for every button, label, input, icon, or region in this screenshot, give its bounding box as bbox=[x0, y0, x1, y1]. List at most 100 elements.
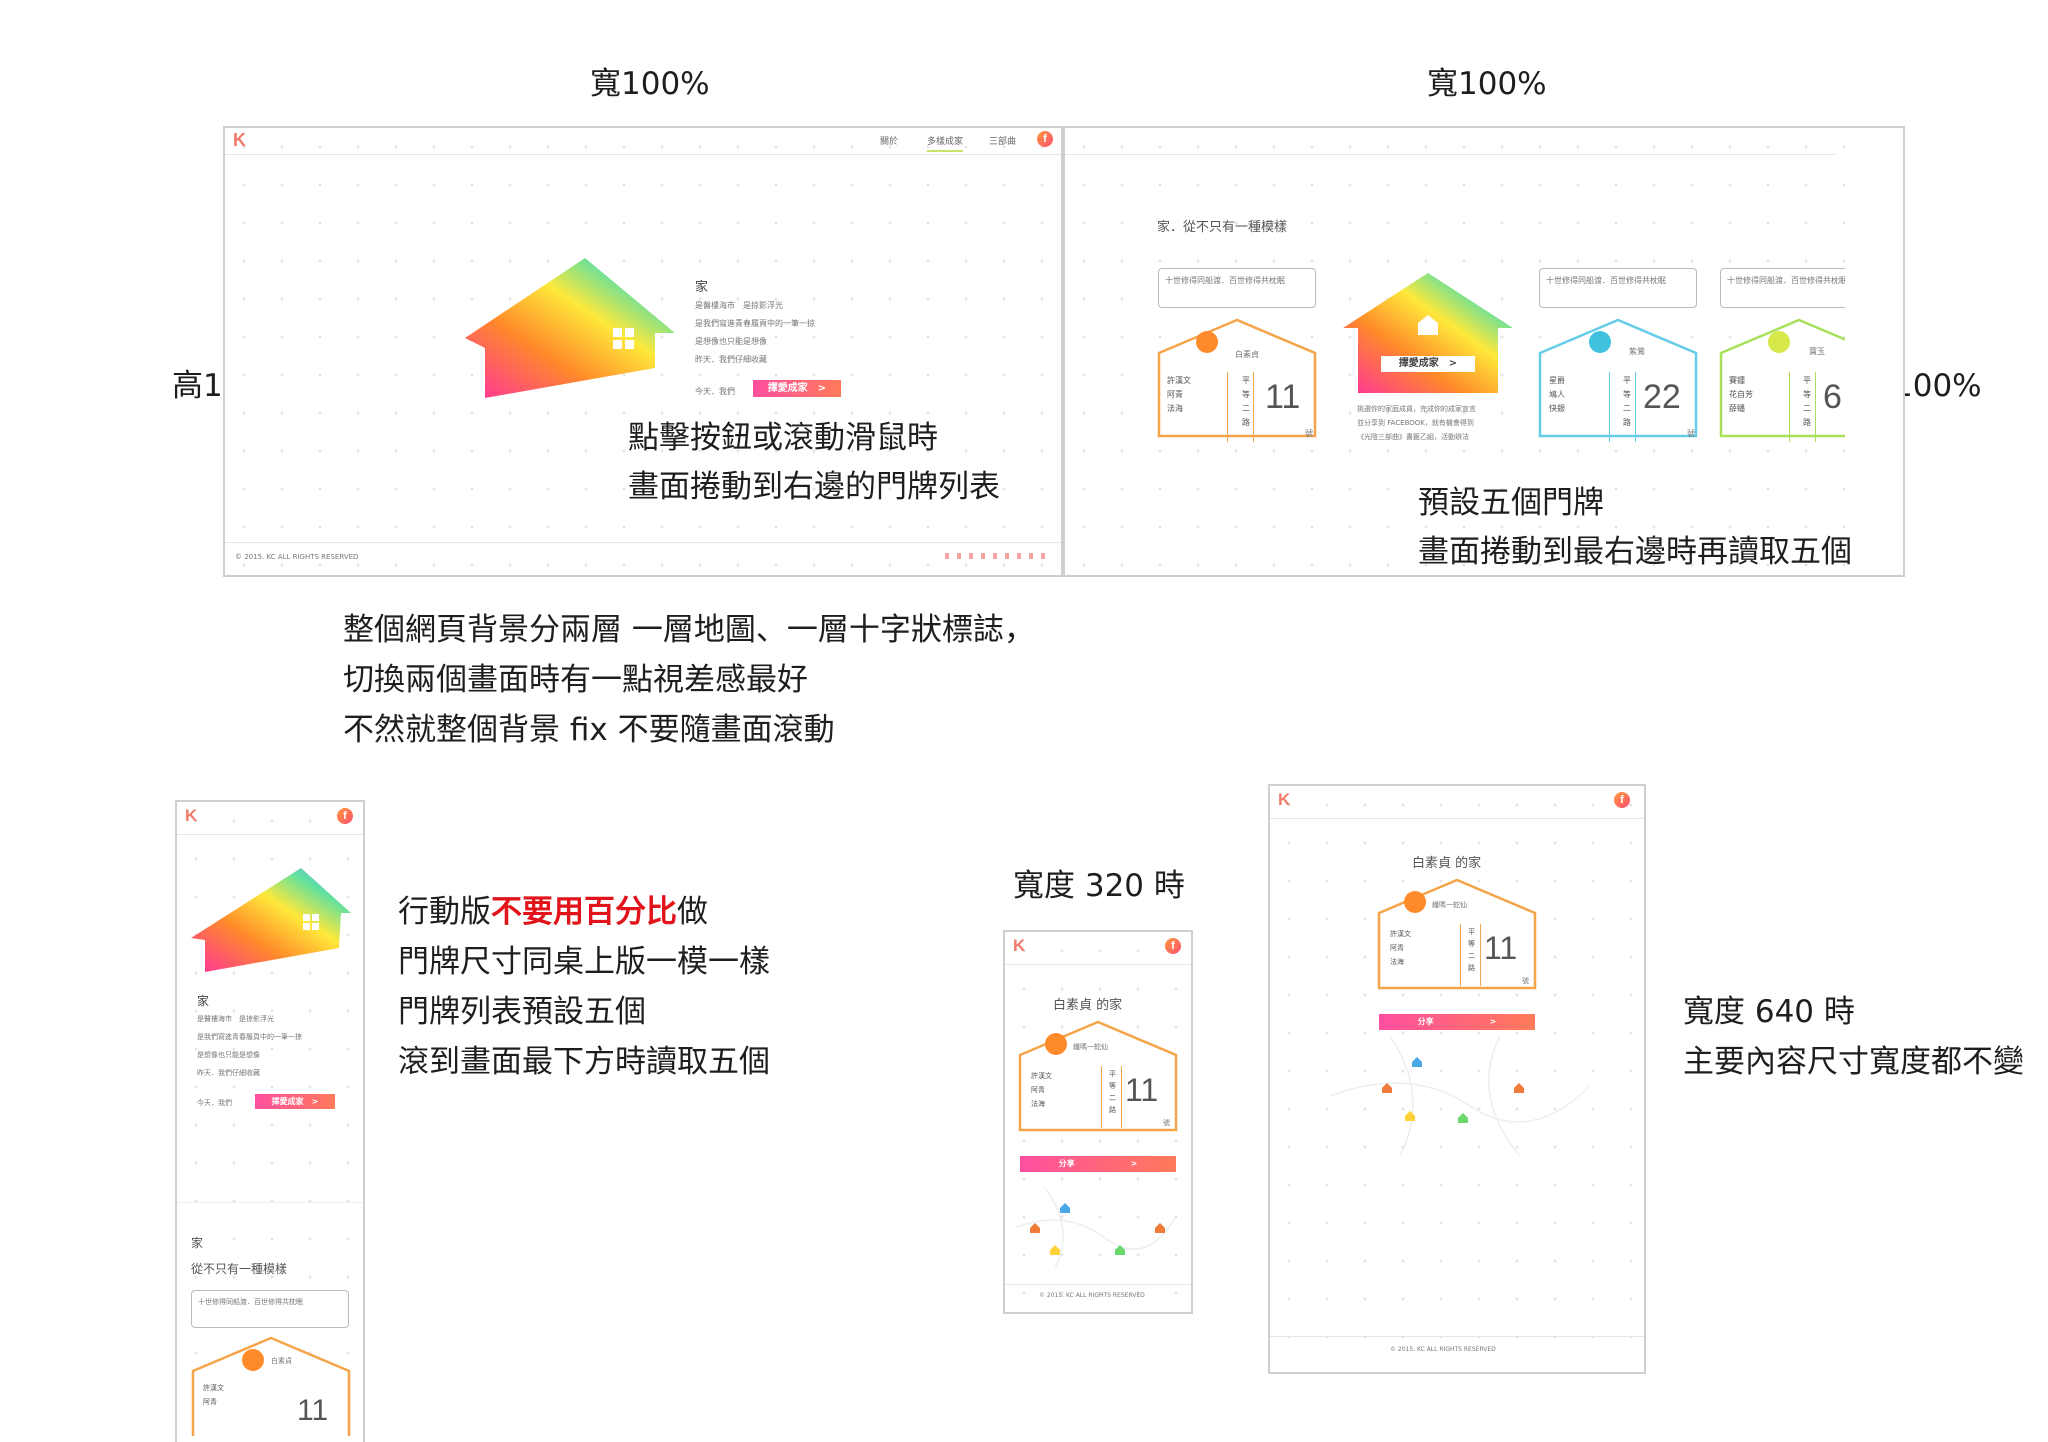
card-number: 11 bbox=[297, 1394, 329, 1427]
mobile-list-title: 家 bbox=[191, 1236, 204, 1250]
intro-line: 是我們寫進青春履頁中的一筆一掠 bbox=[695, 319, 815, 328]
card-members: 薛蟠 bbox=[1729, 404, 1745, 413]
today-text: 今天．我們 bbox=[695, 387, 735, 396]
card-number: 11 bbox=[1265, 378, 1301, 416]
card-number: 22 bbox=[1643, 378, 1681, 416]
intro-line: 昨天．我們仔細收藏 bbox=[197, 1069, 260, 1077]
card-number: 6 bbox=[1823, 378, 1842, 416]
card-hao: 號 bbox=[1687, 429, 1695, 438]
default-note-2: 畫面捲動到最右邊時再讀取五個 bbox=[1418, 534, 1852, 570]
click-note-2: 畫面捲動到右邊的門牌列表 bbox=[628, 469, 1000, 505]
card-equal: 平 等 二 路 bbox=[1109, 1070, 1116, 1114]
intro-line: 是我們寫進青春履頁中的一筆一掠 bbox=[197, 1033, 302, 1041]
choose-home-button[interactable]: 擇愛成家 > bbox=[753, 380, 841, 397]
mobile-note-4: 滾到畫面最下方時讀取五個 bbox=[398, 1044, 770, 1080]
default-note-1: 預設五個門牌 bbox=[1418, 485, 1604, 521]
card-members: 許漢文 bbox=[1031, 1072, 1052, 1080]
quote-bubble: 十世修得同船渡．百世修得共枕眠 bbox=[1539, 268, 1697, 308]
background-note-1: 整個網頁背景分兩層 一層地圖、一層十字狀標誌， bbox=[343, 612, 1035, 648]
share-home-title: 白素貞 的家 bbox=[1053, 998, 1123, 1013]
card-members: 阿青 bbox=[203, 1398, 217, 1406]
card-members: 賽鍾 bbox=[1729, 376, 1745, 385]
card-members: 快銀 bbox=[1549, 404, 1565, 413]
card-number: 11 bbox=[1484, 930, 1518, 966]
card-members: 許漢文 bbox=[1167, 376, 1191, 385]
card-members: 花自芳 bbox=[1729, 390, 1753, 399]
facebook-icon[interactable]: f bbox=[1165, 938, 1181, 954]
card-equal: 平 等 二 路 bbox=[1468, 928, 1475, 972]
mobile-frame: K f 家 是醫樓海市 是掠影浮光 是我們寫進青春履頁中的一筆一掠 是想像也只能… bbox=[175, 800, 365, 1442]
center-desc: 並分享到 FACEBOOK，就有機會得到 bbox=[1357, 419, 1474, 427]
share-home-title: 白素貞 的家 bbox=[1412, 856, 1482, 871]
quote-bubble: 十世修得同船渡．百世修得共枕眠 bbox=[191, 1290, 349, 1328]
intro-title: 家 bbox=[197, 994, 210, 1008]
logo[interactable]: K bbox=[233, 130, 246, 151]
logo[interactable]: K bbox=[1278, 790, 1290, 810]
facebook-icon[interactable]: f bbox=[1037, 131, 1053, 147]
mini-houses-map bbox=[1330, 1036, 1590, 1156]
card-members: 阿青 bbox=[1390, 944, 1404, 952]
intro-line: 昨天．我們仔細收藏 bbox=[695, 355, 767, 364]
share-button[interactable]: 分享 > bbox=[1379, 1014, 1535, 1030]
card-members: 阿青 bbox=[1167, 390, 1183, 399]
card-members: 許漢文 bbox=[203, 1384, 224, 1392]
card-name: 白素貞 bbox=[271, 1357, 292, 1365]
nav-about[interactable]: 關於 bbox=[880, 134, 898, 147]
width-640-note: 主要內容尺寸寬度都不變 bbox=[1683, 1044, 2024, 1080]
card-name: 紫鶯 bbox=[1629, 347, 1645, 356]
card-equal: 平 等 二 路 bbox=[1242, 376, 1250, 427]
background-note-3: 不然就整個背景 fix 不要隨畫面滾動 bbox=[343, 712, 835, 748]
mobile-320-frame: K f 白素貞 的家 纖嗎一蛇仙 許漢文 阿青 法海 平 等 二 路 11 號 … bbox=[1003, 930, 1193, 1314]
width-640-label: 寬度 640 時 bbox=[1683, 994, 1855, 1030]
card-name: 寶玉 bbox=[1809, 347, 1825, 356]
card-name: 白素貞 bbox=[1235, 350, 1259, 359]
card-members: 許漢文 bbox=[1390, 930, 1411, 938]
card-hao: 號 bbox=[1305, 429, 1313, 438]
logo[interactable]: K bbox=[185, 806, 197, 826]
nav-trilogy[interactable]: 三部曲 bbox=[989, 134, 1016, 147]
card-members: 法海 bbox=[1390, 958, 1404, 966]
facebook-icon[interactable]: f bbox=[1614, 792, 1630, 808]
copyright: © 2015. KC ALL RIGHTS RESERVED bbox=[1390, 1346, 1496, 1353]
width-320-label: 寬度 320 時 bbox=[1013, 868, 1185, 904]
logo[interactable]: K bbox=[1013, 936, 1025, 956]
mobile-note-prefix: 行動版 bbox=[398, 894, 491, 930]
card-equal: 平 等 二 路 bbox=[1803, 376, 1811, 427]
choose-home-button[interactable]: 擇愛成家 > bbox=[255, 1094, 335, 1109]
background-note-2: 切換兩個畫面時有一點視差感最好 bbox=[343, 662, 808, 698]
intro-line: 是想像也只能是想像 bbox=[695, 337, 767, 346]
copyright: © 2015. KC ALL RIGHTS RESERVED bbox=[235, 553, 359, 561]
width-label-left: 寬100% bbox=[590, 66, 710, 102]
card-members: 鳩人 bbox=[1549, 390, 1565, 399]
mobile-note-3: 門牌列表預設五個 bbox=[398, 994, 646, 1030]
intro-title: 家 bbox=[695, 280, 709, 295]
card-members: 法海 bbox=[1031, 1100, 1045, 1108]
facebook-icon[interactable]: f bbox=[337, 808, 353, 824]
nav-diverse-home[interactable]: 多樣成家 bbox=[927, 134, 964, 152]
card-members: 法海 bbox=[1167, 404, 1183, 413]
rainbow-house-icon bbox=[191, 868, 351, 972]
card-number: 11 bbox=[1125, 1072, 1159, 1108]
center-choose-home-button[interactable]: 擇愛成家 > bbox=[1381, 356, 1475, 372]
intro-line: 是醫樓海市 是掠影浮光 bbox=[695, 301, 783, 310]
mobile-note-1: 行動版不要用百分比做 bbox=[398, 888, 708, 937]
width-label-right: 寬100% bbox=[1427, 66, 1547, 102]
intro-line: 是醫樓海市 是掠影浮光 bbox=[197, 1015, 274, 1023]
mobile-640-frame: K f 白素貞 的家 纖嗎一蛇仙 許漢文 阿青 法海 平 等 二 路 11 號 … bbox=[1268, 784, 1646, 1374]
center-desc: 《光陰三部曲》書籤乙組，活動辦法 bbox=[1357, 433, 1469, 441]
click-note-1: 點擊按鈕或滾動滑鼠時 bbox=[628, 420, 938, 456]
share-tag: 纖嗎一蛇仙 bbox=[1432, 901, 1467, 909]
card-members: 星爵 bbox=[1549, 376, 1565, 385]
card-hao: 號 bbox=[1163, 1119, 1170, 1127]
mobile-note-red: 不要用百分比 bbox=[491, 894, 677, 930]
quote-bubble: 十世修得同船渡．百世修得共枕眠 bbox=[1158, 268, 1316, 308]
quote-bubble: 十世修得同船渡．百世修得共枕眠 bbox=[1720, 268, 1850, 308]
card-members: 阿青 bbox=[1031, 1086, 1045, 1094]
center-desc: 挑選你的家庭成員，完成你的成家宣言 bbox=[1357, 405, 1476, 413]
copyright: © 2015. KC ALL RIGHTS RESERVED bbox=[1039, 1292, 1145, 1299]
share-tag: 纖嗎一蛇仙 bbox=[1073, 1043, 1108, 1051]
today-text: 今天．我們 bbox=[197, 1099, 232, 1107]
mobile-note-suffix: 做 bbox=[677, 894, 708, 930]
share-button[interactable]: 分享 > bbox=[1020, 1156, 1176, 1172]
rainbow-house-icon bbox=[1343, 273, 1513, 393]
